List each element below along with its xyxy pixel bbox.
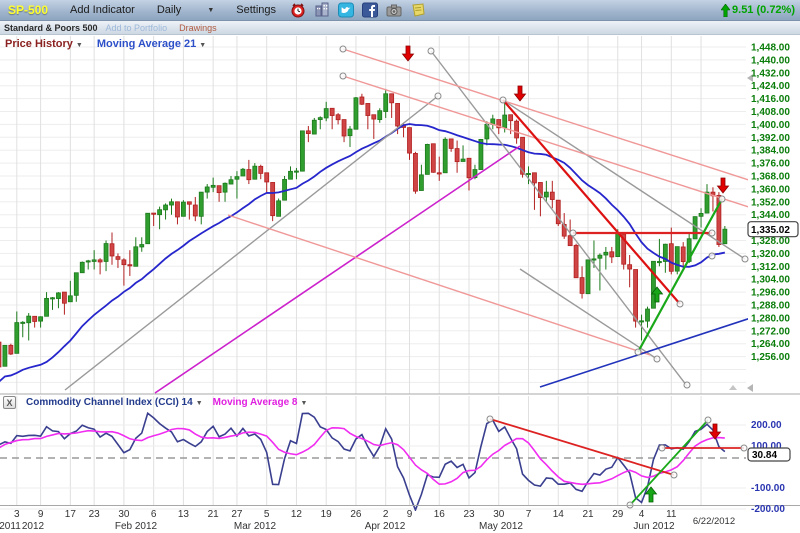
svg-text:1,400.00: 1,400.00	[751, 120, 790, 131]
svg-text:21: 21	[208, 509, 220, 520]
svg-text:29: 29	[612, 509, 624, 520]
chevron-down-icon[interactable]: ▼	[199, 42, 206, 49]
svg-text:14: 14	[553, 509, 565, 520]
svg-text:1,352.00: 1,352.00	[751, 197, 790, 208]
svg-text:23: 23	[463, 509, 475, 520]
svg-text:1,424.00: 1,424.00	[751, 81, 790, 92]
moving-average-21-dropdown[interactable]: Moving Average 21 ▼	[97, 38, 206, 50]
cci-indicator-dropdown[interactable]: Commodity Channel Index (CCI) 14 ▼	[26, 397, 203, 408]
svg-text:9: 9	[38, 509, 44, 520]
svg-text:1,256.00: 1,256.00	[751, 352, 790, 363]
svg-text:2012: 2012	[22, 521, 45, 532]
svg-text:1,368.00: 1,368.00	[751, 172, 790, 183]
svg-text:27: 27	[231, 509, 243, 520]
svg-text:6/22/2012: 6/22/2012	[693, 516, 735, 527]
charting-app-window: SP-500 Add Indicator Daily ▼ Settings 9.…	[0, 0, 800, 533]
price-history-dropdown[interactable]: Price History ▼	[5, 38, 83, 50]
svg-text:1,264.00: 1,264.00	[751, 339, 790, 350]
close-cci-panel-button[interactable]: X	[3, 396, 16, 409]
svg-text:Feb 2012: Feb 2012	[115, 521, 158, 532]
svg-text:1,432.00: 1,432.00	[751, 68, 790, 79]
time-axis-labels: 3 9 17 23 30 6 13 21 27 5 12 19 26 2 9 16 23 30 7 14 21 29 4 11…	[0, 509, 735, 532]
svg-text:23: 23	[89, 509, 101, 520]
svg-text:5: 5	[264, 509, 270, 520]
svg-text:1,335.02: 1,335.02	[751, 225, 790, 236]
svg-text:1,384.00: 1,384.00	[751, 146, 790, 157]
svg-text:2011: 2011	[0, 521, 21, 532]
drawing-handles[interactable]	[339, 45, 749, 509]
svg-text:7: 7	[526, 509, 532, 520]
svg-text:1,280.00: 1,280.00	[751, 313, 790, 324]
cci-moving-average-dropdown[interactable]: Moving Average 8 ▼	[213, 397, 308, 408]
price-axis-labels: 1,448.001,440.00 1,432.00 1,424.00 1,416.00…	[751, 43, 790, 364]
svg-text:1,376.00: 1,376.00	[751, 159, 790, 170]
cci-value-box: 30.84	[747, 447, 791, 462]
svg-text:6: 6	[151, 509, 157, 520]
cci-panel-header: X Commodity Channel Index (CCI) 14 ▼ Movi…	[3, 396, 307, 409]
svg-text:13: 13	[178, 509, 190, 520]
svg-text:2: 2	[383, 509, 389, 520]
svg-text:30.84: 30.84	[752, 450, 777, 461]
svg-text:12: 12	[291, 509, 303, 520]
svg-text:1,344.00: 1,344.00	[751, 210, 790, 221]
svg-text:1,360.00: 1,360.00	[751, 184, 790, 195]
svg-text:Apr 2012: Apr 2012	[365, 521, 406, 532]
chevron-down-icon[interactable]: ▼	[196, 400, 203, 407]
svg-text:1,392.00: 1,392.00	[751, 133, 790, 144]
svg-text:1,408.00: 1,408.00	[751, 107, 790, 118]
svg-text:1,328.00: 1,328.00	[751, 236, 790, 247]
svg-text:Jun 2012: Jun 2012	[633, 521, 675, 532]
price-chart-svg: 1,448.001,440.00 1,432.00 1,424.00 1,416.00…	[0, 36, 800, 532]
chevron-down-icon[interactable]: ▼	[300, 400, 307, 407]
svg-text:-100.00: -100.00	[751, 483, 785, 494]
svg-text:30: 30	[493, 509, 505, 520]
chevron-down-icon[interactable]: ▼	[76, 42, 83, 49]
cci-axis-labels: 200.00100.00-100.00-200.00	[751, 420, 785, 515]
last-price-box: 1,335.02	[747, 221, 799, 238]
panel-chrome	[0, 74, 800, 506]
svg-text:May 2012: May 2012	[479, 521, 523, 532]
svg-text:26: 26	[350, 509, 362, 520]
svg-text:11: 11	[666, 509, 677, 520]
svg-text:1,440.00: 1,440.00	[751, 55, 790, 66]
svg-text:17: 17	[65, 509, 77, 520]
svg-text:3: 3	[14, 509, 20, 520]
svg-text:4: 4	[639, 509, 645, 520]
panel-collapse-arrow-icon[interactable]	[747, 384, 753, 392]
svg-text:200.00: 200.00	[751, 420, 782, 431]
svg-text:1,304.00: 1,304.00	[751, 275, 790, 286]
svg-text:1,296.00: 1,296.00	[751, 288, 790, 299]
svg-text:1,416.00: 1,416.00	[751, 94, 790, 105]
svg-text:1,312.00: 1,312.00	[751, 262, 790, 273]
svg-text:21: 21	[582, 509, 594, 520]
svg-text:-200.00: -200.00	[751, 504, 785, 515]
cci-series	[0, 411, 746, 511]
svg-text:1,448.00: 1,448.00	[751, 43, 790, 54]
svg-text:9: 9	[407, 509, 413, 520]
svg-text:16: 16	[434, 509, 446, 520]
price-panel-header: Price History ▼ Moving Average 21 ▼	[5, 38, 206, 50]
svg-text:1,320.00: 1,320.00	[751, 249, 790, 260]
trend-line-drawings[interactable]	[64, 48, 766, 394]
svg-text:30: 30	[118, 509, 130, 520]
svg-text:1,288.00: 1,288.00	[751, 301, 790, 312]
svg-text:Mar 2012: Mar 2012	[234, 521, 277, 532]
svg-text:1,272.00: 1,272.00	[751, 326, 790, 337]
svg-text:19: 19	[321, 509, 333, 520]
